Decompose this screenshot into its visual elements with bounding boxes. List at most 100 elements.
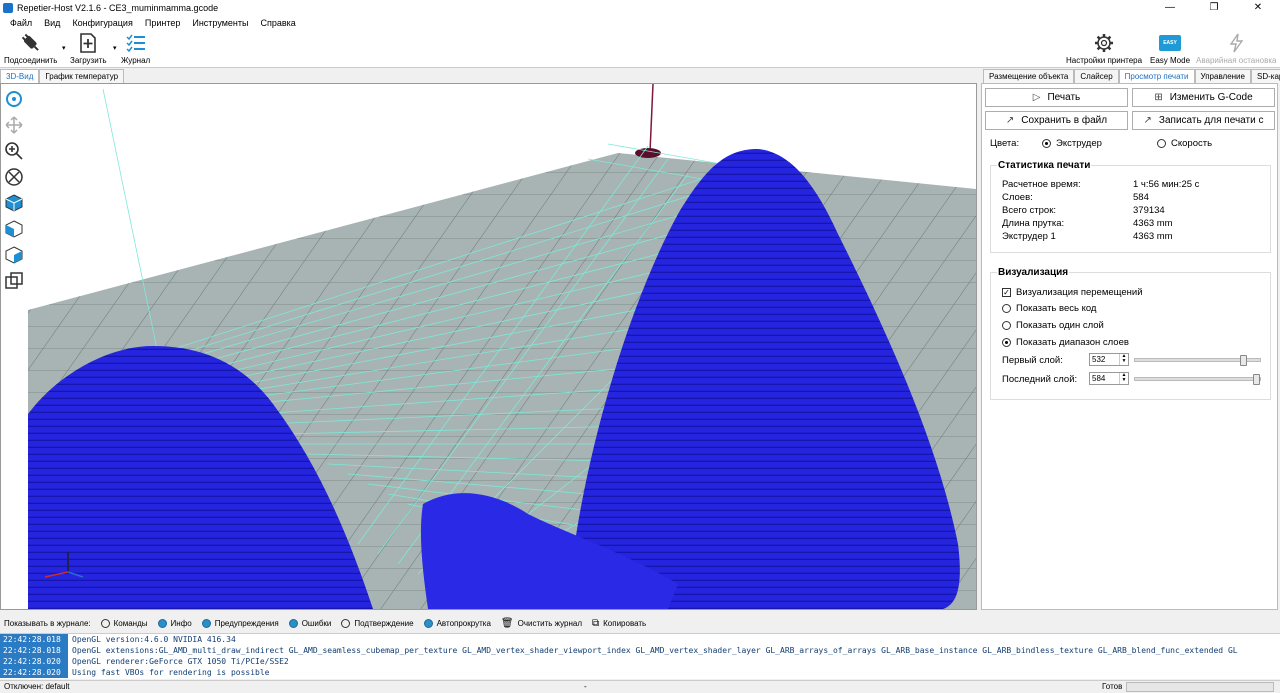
- rotate-view-icon[interactable]: [3, 88, 25, 110]
- tab-3d-view[interactable]: 3D-Вид: [0, 69, 40, 83]
- filter-commands-toggle[interactable]: Команды: [100, 619, 148, 628]
- menu-tools[interactable]: Инструменты: [192, 18, 248, 28]
- gear-icon: [1093, 32, 1115, 54]
- filter-errors-toggle[interactable]: Ошибки: [288, 619, 331, 628]
- autoscroll-toggle[interactable]: Автопрокрутка: [423, 619, 491, 628]
- tab-slicer[interactable]: Слайсер: [1074, 69, 1119, 83]
- menu-help[interactable]: Справка: [260, 18, 295, 28]
- zoom-view-icon[interactable]: [3, 140, 25, 162]
- view-tools: [3, 88, 27, 296]
- log-list[interactable]: 22:42:28.018 OpenGL version:4.6.0 NVIDIA …: [0, 633, 1280, 679]
- ready-status: Готов: [1102, 682, 1123, 691]
- colors-label: Цвета:: [990, 138, 1020, 149]
- tab-sd-card[interactable]: SD-карта: [1250, 69, 1280, 83]
- tab-object-placement[interactable]: Размещение объекта: [983, 69, 1075, 83]
- load-dropdown-icon[interactable]: ▾: [113, 44, 117, 52]
- stat-extruder1-value: 4363 mm: [1133, 231, 1173, 242]
- add-file-icon: [77, 32, 99, 54]
- app-icon: [3, 2, 13, 13]
- save-to-file-button[interactable]: ↗ Сохранить в файл: [985, 111, 1128, 130]
- print-button[interactable]: ▷ Печать: [985, 88, 1128, 107]
- progress-bar: [1126, 682, 1274, 692]
- export-icon: ↗: [1143, 115, 1152, 126]
- menu-bar: Файл Вид Конфигурация Принтер Инструмент…: [0, 15, 1280, 30]
- edit-file-icon: ⊞: [1154, 92, 1163, 103]
- window-controls: — ❐ ✕: [1148, 0, 1280, 15]
- stat-time-value: 1 ч:56 мин:25 с: [1133, 179, 1200, 190]
- menu-printer[interactable]: Принтер: [145, 18, 181, 28]
- filter-info-toggle[interactable]: Инфо: [157, 619, 192, 628]
- toolbar: Подсоединить ▾ Загрузить ▾ Журнал Настро…: [0, 30, 1280, 68]
- trash-icon: 🗑: [500, 618, 514, 629]
- status-middle: -: [584, 682, 587, 691]
- printer-settings-button[interactable]: Настройки принтера: [1066, 32, 1142, 65]
- tab-print-preview[interactable]: Просмотр печати: [1118, 69, 1195, 83]
- stat-lines-label: Всего строк:: [1002, 205, 1057, 216]
- emergency-stop-button[interactable]: Аварийная остановка: [1196, 32, 1276, 65]
- print-stats-group: Статистика печати Расчетное время: 1 ч:5…: [990, 160, 1271, 253]
- color-speed-radio[interactable]: Скорость: [1157, 138, 1212, 149]
- connect-dropdown-icon[interactable]: ▾: [62, 44, 66, 52]
- vis-moves-checkbox[interactable]: ✓ Визуализация перемещений: [1002, 287, 1143, 298]
- log-filter-bar: Показывать в журнале: Команды Инфо Преду…: [0, 614, 1280, 633]
- first-layer-spinner[interactable]: 532 ▲ ▼: [1089, 353, 1129, 366]
- first-layer-slider-thumb[interactable]: [1240, 355, 1247, 366]
- plug-icon: [20, 32, 42, 54]
- last-layer-slider[interactable]: [1134, 377, 1261, 381]
- connect-button[interactable]: Подсоединить: [4, 32, 57, 65]
- log-button[interactable]: Журнал: [121, 32, 150, 65]
- stat-layers-label: Слоев:: [1002, 192, 1033, 203]
- front-view-cube-icon[interactable]: [3, 218, 25, 240]
- 3d-viewport[interactable]: [0, 83, 977, 610]
- export-icon: ↗: [1005, 115, 1015, 126]
- minimize-button[interactable]: —: [1148, 0, 1192, 15]
- connection-status: Отключен: default: [4, 682, 70, 691]
- show-one-layer-radio[interactable]: Показать один слой: [1002, 320, 1104, 331]
- tab-temperature-graph[interactable]: График температур: [39, 69, 125, 83]
- maximize-button[interactable]: ❐: [1192, 0, 1236, 15]
- stats-title: Статистика печати: [997, 160, 1092, 171]
- checklist-icon: [125, 32, 147, 54]
- clear-log-button[interactable]: 🗑 Очистить журнал: [501, 618, 582, 629]
- last-layer-label: Последний слой:: [1002, 374, 1078, 385]
- menu-config[interactable]: Конфигурация: [72, 18, 132, 28]
- edit-gcode-button[interactable]: ⊞ Изменить G-Code: [1132, 88, 1275, 107]
- easy-mode-button[interactable]: EASY Easy Mode: [1150, 32, 1190, 65]
- visualization-title: Визуализация: [997, 267, 1070, 278]
- fit-view-icon[interactable]: [3, 166, 25, 188]
- view-tabs: 3D-Вид График температур: [0, 69, 125, 83]
- filter-warnings-toggle[interactable]: Предупреждения: [201, 619, 279, 628]
- tab-manual-control[interactable]: Управление: [1194, 69, 1251, 83]
- last-layer-spinner[interactable]: 584 ▲ ▼: [1089, 372, 1129, 385]
- stat-filament-value: 4363 mm: [1133, 218, 1173, 229]
- log-row: 22:42:28.018 OpenGL version:4.6.0 NVIDIA …: [0, 634, 1280, 645]
- filter-ack-toggle[interactable]: Подтверждение: [341, 619, 414, 628]
- status-bar: Отключен: default - Готов: [0, 680, 1280, 693]
- play-icon: ▷: [1032, 92, 1041, 103]
- menu-file[interactable]: Файл: [10, 18, 32, 28]
- copy-log-button[interactable]: ⧉ Копировать: [592, 618, 646, 629]
- log-filter-label: Показывать в журнале:: [4, 619, 91, 628]
- menu-view[interactable]: Вид: [44, 18, 60, 28]
- log-row: 22:42:28.020 Using fast VBOs for renderin…: [0, 667, 1280, 678]
- load-button[interactable]: Загрузить: [70, 32, 107, 65]
- side-view-cube-icon[interactable]: [3, 244, 25, 266]
- title-bar: Repetier-Host V2.1.6 - CE3_muminmamma.gc…: [0, 0, 1280, 15]
- close-button[interactable]: ✕: [1236, 0, 1280, 15]
- window-title: Repetier-Host V2.1.6 - CE3_muminmamma.gc…: [17, 2, 219, 13]
- show-all-radio[interactable]: Показать весь код: [1002, 303, 1096, 314]
- write-for-print-button[interactable]: ↗ Записать для печати с: [1132, 111, 1275, 130]
- visualization-group: Визуализация ✓ Визуализация перемещений П…: [990, 267, 1271, 400]
- 3d-scene: [28, 84, 976, 609]
- top-view-cube-icon[interactable]: [3, 192, 25, 214]
- color-extruder-radio[interactable]: Экструдер: [1042, 138, 1102, 149]
- stat-extruder1-label: Экструдер 1: [1002, 231, 1056, 242]
- show-layer-range-radio[interactable]: Показать диапазон слоев: [1002, 337, 1129, 348]
- iso-view-icon[interactable]: [3, 270, 25, 292]
- last-layer-slider-thumb[interactable]: [1253, 374, 1260, 385]
- lightning-icon: [1225, 32, 1247, 54]
- move-view-icon[interactable]: [3, 114, 25, 136]
- log-row: 22:42:28.018 OpenGL extensions:GL_AMD_mul…: [0, 645, 1280, 656]
- first-layer-label: Первый слой:: [1002, 355, 1063, 366]
- stat-time-label: Расчетное время:: [1002, 179, 1081, 190]
